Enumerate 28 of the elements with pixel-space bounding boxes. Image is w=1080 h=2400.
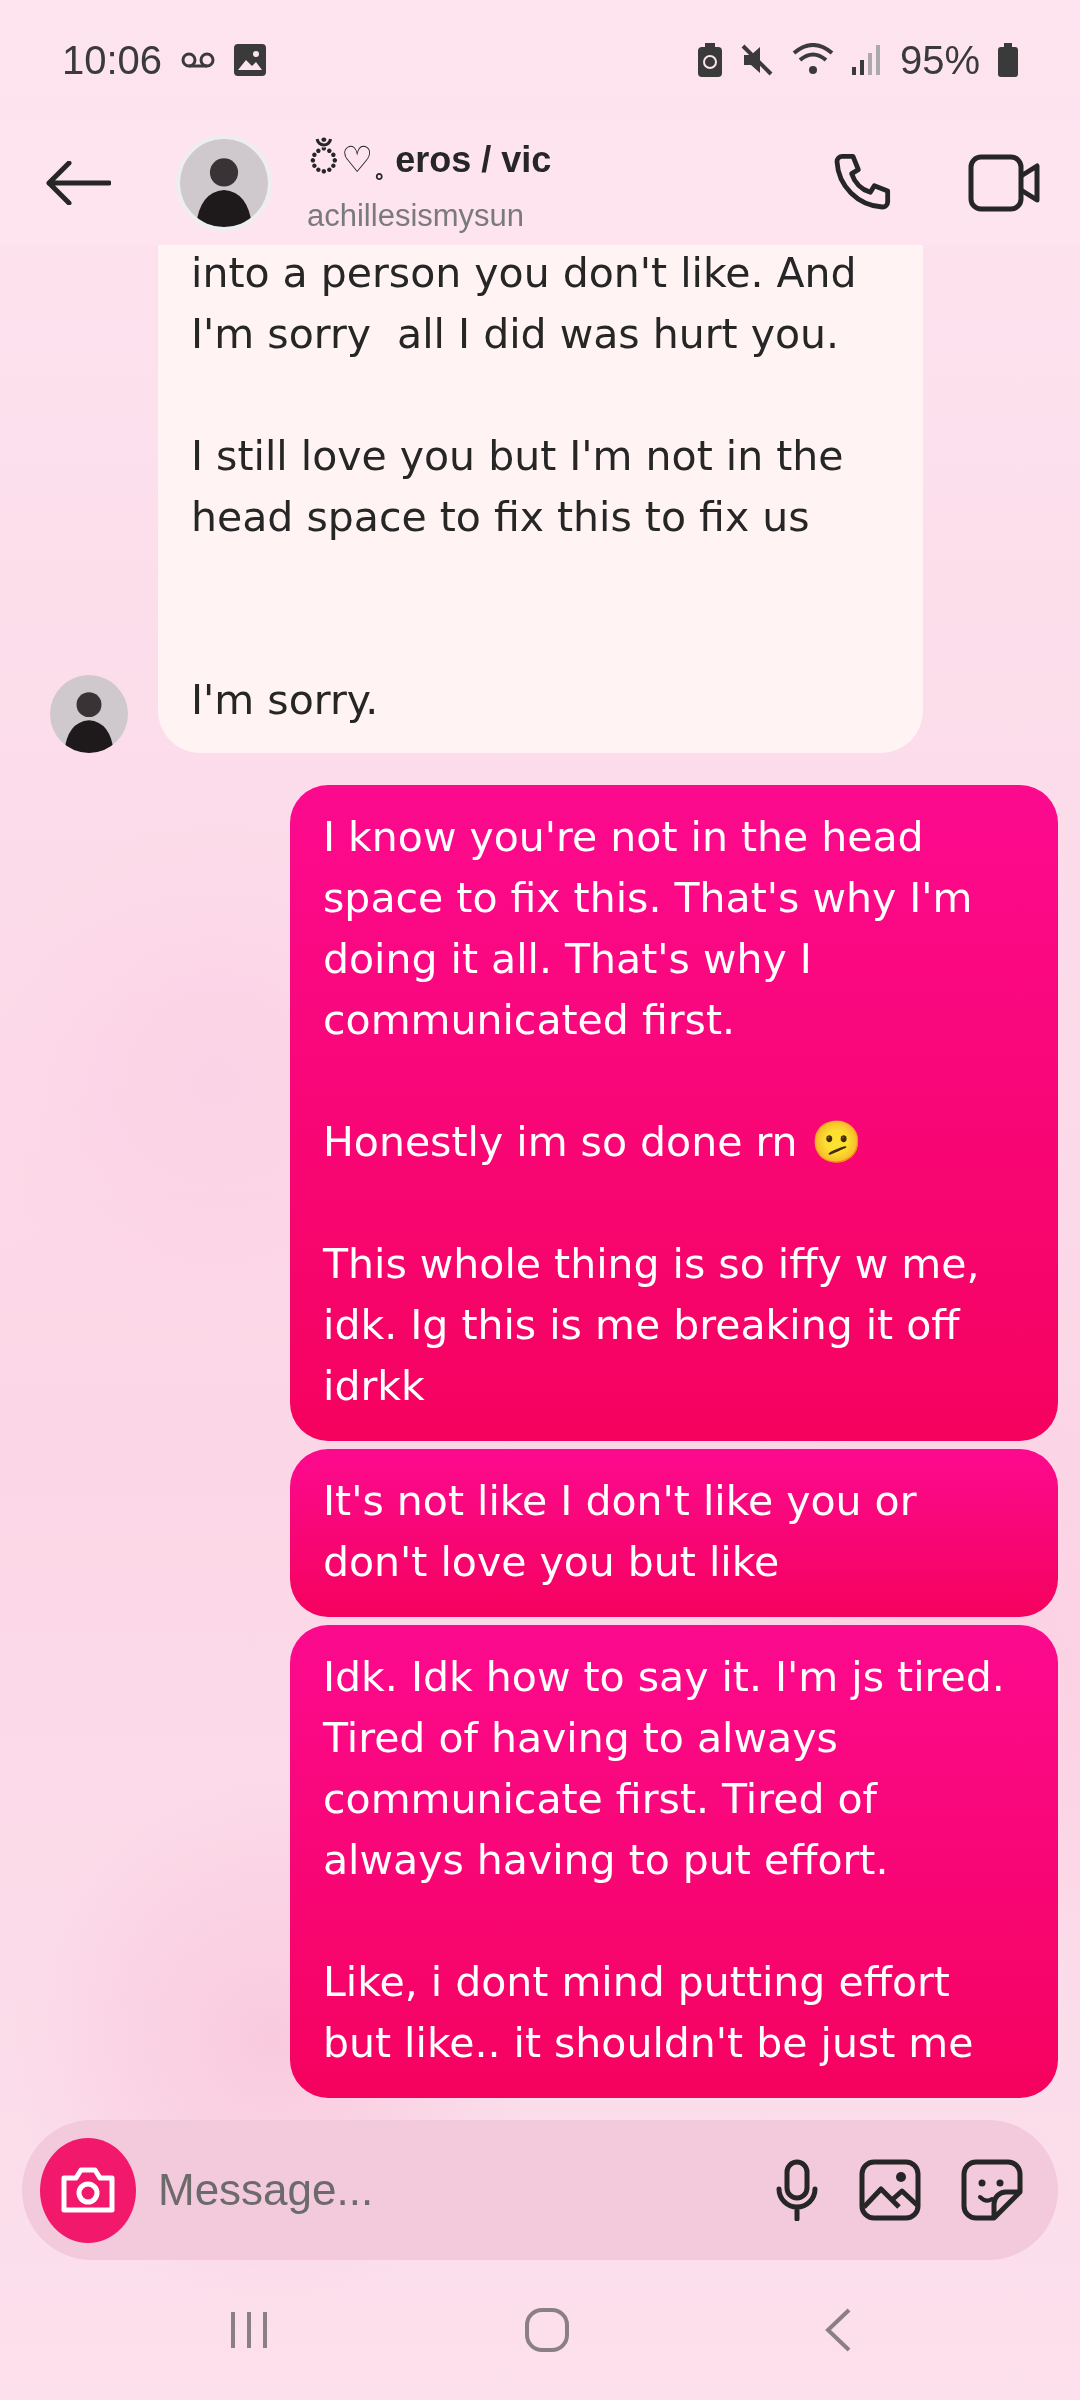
sent-message: It's not like I don't like you or don't love you but like — [290, 1449, 1058, 1617]
received-message: into a person you don't like. And I'm sorry all I did was hurt you. I still love you but I'm not in the head space to fix this to fix us I'm sorry. — [158, 245, 923, 753]
image-icon — [859, 2159, 921, 2221]
video-camera-icon — [968, 153, 1040, 212]
wifi-icon — [791, 43, 834, 77]
back-arrow-icon — [45, 160, 111, 205]
microphone-button[interactable] — [775, 2159, 819, 2221]
mute-icon — [739, 43, 774, 77]
sticker-button[interactable] — [961, 2159, 1023, 2221]
camera-icon — [60, 2166, 116, 2214]
microphone-icon — [775, 2159, 819, 2221]
back-button[interactable] — [45, 160, 111, 205]
video-call-button[interactable] — [968, 153, 1040, 212]
contact-username: achillesismysun — [307, 197, 526, 234]
battery-saver-icon — [697, 43, 722, 77]
sticker-icon — [961, 2159, 1023, 2221]
battery-icon — [998, 43, 1018, 77]
battery-percent: 95% — [899, 37, 980, 83]
home-icon — [524, 2307, 570, 2353]
gallery-button[interactable] — [859, 2159, 921, 2221]
sent-message: I know you're not in the head space to fix this. That's why I'm doing it all. That's why I communicated first. Honestly im so done rn 🫤 This whole thing is so iffy w me, idk. Ig this is me breaking it off idrkk — [290, 785, 1058, 1441]
sent-message: Idk. Idk how to say it. I'm js tired. Tired of having to always communicate first. Tired of always having to put effort. Like, i dont mind putting effort but like.. it shouldn't be just me — [290, 1625, 1058, 2098]
contact-name: ঁ♡˳ eros / vic — [307, 136, 553, 182]
image-icon — [234, 44, 267, 76]
voicemail-icon — [180, 50, 217, 70]
signal-icon — [851, 45, 882, 75]
clock: 10:06 — [62, 37, 163, 83]
home-button[interactable] — [524, 2307, 570, 2353]
